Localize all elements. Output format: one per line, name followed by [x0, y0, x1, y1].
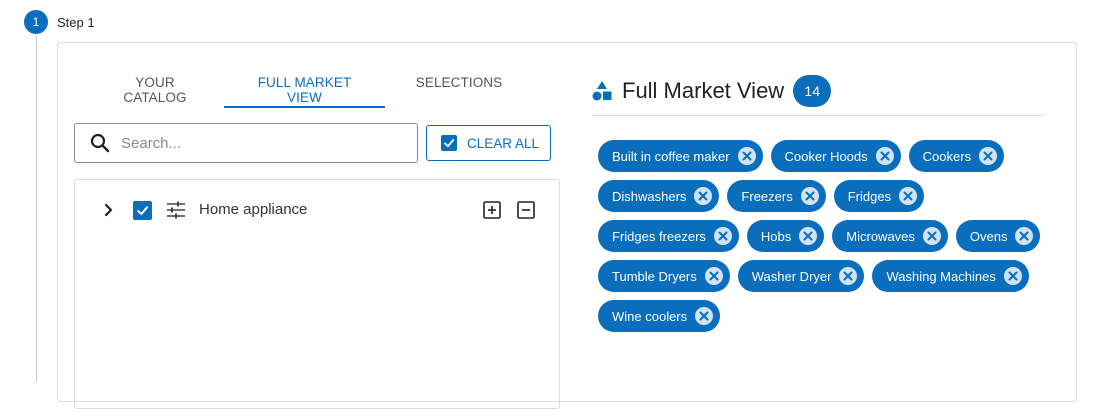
chip-label: Washing Machines — [886, 268, 996, 284]
chip-label: Hobs — [760, 228, 792, 244]
close-icon[interactable] — [800, 187, 819, 205]
clear-all-label: CLEAR ALL — [467, 135, 540, 151]
chip-row: Built in coffee maker Cooker Hoods Cookers — [598, 140, 1048, 172]
selection-chip: Fridges freezers — [598, 220, 739, 252]
chip-row: Tumble Dryers Washer Dryer Washing Machine… — [598, 260, 1048, 292]
chevron-right-icon[interactable] — [103, 201, 115, 219]
selection-chip: Fridges — [833, 180, 925, 212]
chip-label: Fridges — [847, 188, 892, 204]
chip-label: Microwaves — [846, 228, 915, 244]
chip-label: Washer Dryer — [751, 268, 832, 284]
chip-row: Wine coolers — [598, 300, 1048, 332]
close-icon[interactable] — [1015, 227, 1034, 245]
selection-chip: Built in coffee maker — [598, 140, 763, 172]
close-icon[interactable] — [694, 187, 713, 205]
panel-title: Full Market View — [622, 78, 785, 103]
shapes-icon — [592, 81, 612, 101]
tab-label: YOUR CATALOG — [123, 75, 187, 105]
tab-selections[interactable]: SELECTIONS — [385, 62, 533, 108]
step-label: Step 1 — [57, 14, 95, 30]
selection-chip: Hobs — [746, 220, 825, 252]
selection-chip: Cookers — [908, 140, 1005, 172]
selection-chip: Ovens — [955, 220, 1041, 252]
tree-item: Home appliance — [75, 198, 559, 222]
tab-label: FULL MARKET VIEW — [257, 75, 352, 105]
chip-label: Wine coolers — [612, 308, 688, 324]
selection-count-badge: 14 — [793, 75, 832, 107]
search-input[interactable] — [121, 134, 401, 152]
sliders-icon — [167, 201, 185, 219]
step-number-badge: 1 — [24, 10, 48, 34]
tree-item-checkbox[interactable] — [133, 201, 152, 220]
chip-label: Fridges freezers — [612, 228, 706, 244]
close-icon[interactable] — [839, 267, 858, 285]
clear-all-button[interactable]: CLEAR ALL — [426, 125, 551, 161]
panel-divider — [592, 115, 1044, 116]
close-icon[interactable] — [695, 307, 714, 325]
chip-label: Freezers — [741, 188, 793, 204]
chip-label: Built in coffee maker — [612, 148, 730, 164]
selected-chips: Built in coffee maker Cooker Hoods Cookers… — [598, 140, 1048, 340]
step-card: YOUR CATALOG FULL MARKET VIEW SELECTIONS… — [57, 42, 1077, 409]
category-tree: Home appliance — [74, 179, 560, 409]
tab-your-catalog[interactable]: YOUR CATALOG — [86, 62, 224, 108]
tree-item-label: Home appliance — [199, 201, 308, 218]
chip-label: Tumble Dryers — [612, 268, 697, 284]
chip-label: Ovens — [969, 228, 1008, 244]
chip-label: Cooker Hoods — [784, 148, 868, 164]
selection-chip: Microwaves — [832, 220, 948, 252]
panel-header: Full Market View 14 — [592, 75, 832, 107]
search-box — [74, 123, 418, 163]
selection-chip: Tumble Dryers — [598, 260, 730, 292]
chip-row: Dishwashers Freezers Fridges — [598, 180, 1048, 212]
chip-row: Fridges freezers Hobs Microwaves Ovens — [598, 220, 1048, 252]
selection-chip: Freezers — [727, 180, 826, 212]
close-icon[interactable] — [899, 187, 918, 205]
tab-label: SELECTIONS — [415, 75, 503, 90]
close-icon[interactable] — [1003, 267, 1022, 285]
tab-full-market-view[interactable]: FULL MARKET VIEW — [224, 62, 385, 108]
close-icon[interactable] — [979, 147, 998, 165]
minus-square-icon[interactable] — [517, 201, 535, 219]
selection-chip: Cooker Hoods — [770, 140, 901, 172]
search-icon — [90, 133, 110, 153]
step-connector-line — [36, 36, 37, 382]
close-icon[interactable] — [799, 227, 818, 245]
close-icon[interactable] — [713, 227, 732, 245]
close-icon[interactable] — [737, 147, 756, 165]
selection-chip: Washer Dryer — [737, 260, 865, 292]
plus-square-icon[interactable] — [483, 201, 501, 219]
close-icon[interactable] — [704, 267, 723, 285]
close-icon[interactable] — [875, 147, 894, 165]
chip-label: Cookers — [922, 148, 972, 164]
chip-label: Dishwashers — [612, 188, 687, 204]
view-tabs: YOUR CATALOG FULL MARKET VIEW SELECTIONS — [86, 62, 533, 108]
step-header: 1 Step 1 — [24, 10, 95, 34]
selection-chip: Dishwashers — [598, 180, 720, 212]
selection-chip: Washing Machines — [872, 260, 1029, 292]
close-icon[interactable] — [922, 227, 941, 245]
checkbox-checked-icon — [441, 135, 457, 151]
selection-chip: Wine coolers — [598, 300, 721, 332]
